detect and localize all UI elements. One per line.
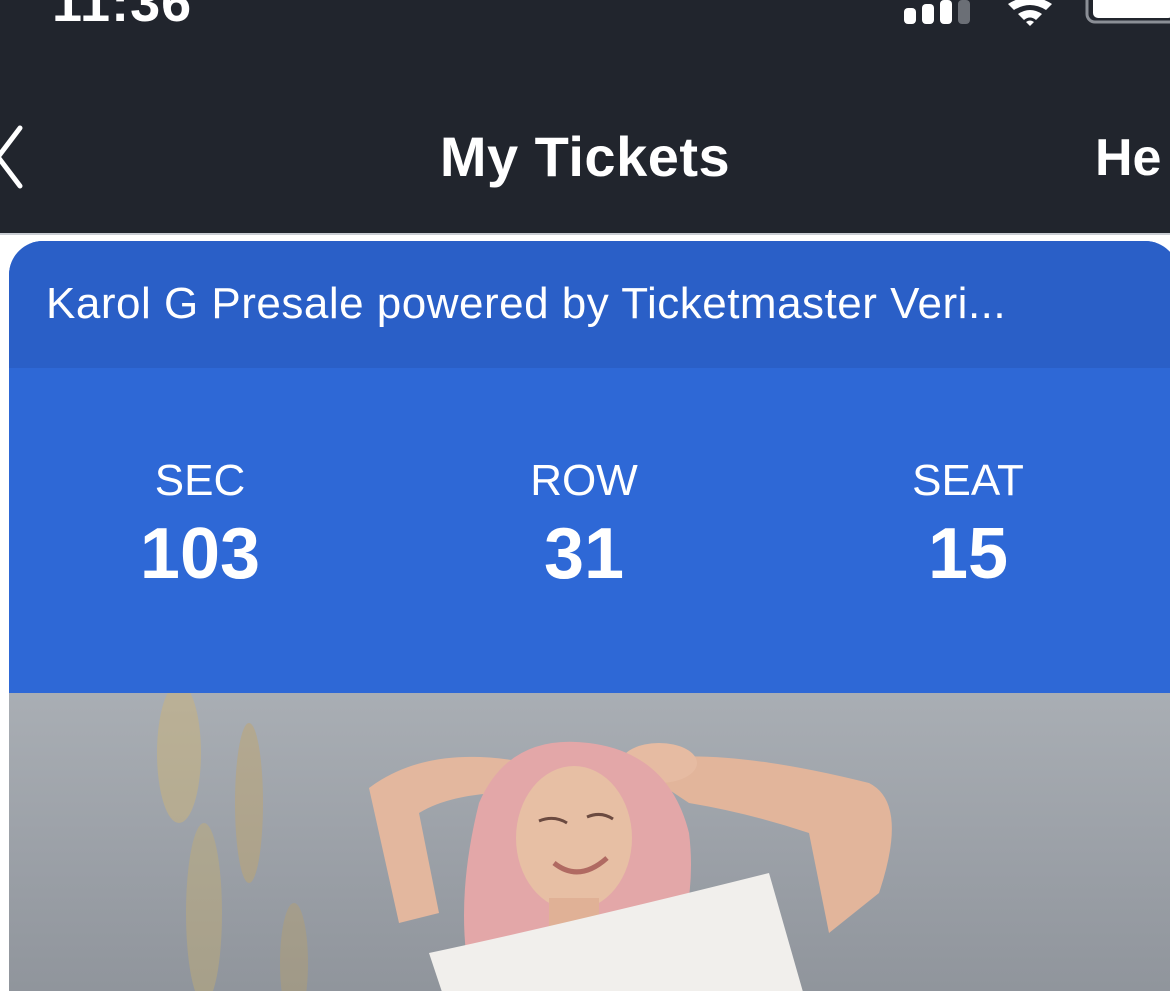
seat-info: SEC 103 ROW 31 SEAT 15 xyxy=(9,368,1170,693)
top-navigation-bar: 11:36 My Tickets He xyxy=(0,0,1170,233)
section-info: SEC 103 xyxy=(70,456,330,596)
ticket-card[interactable]: Karol G Presale powered by Ticketmaster … xyxy=(9,241,1170,991)
tickets-screen: 11:36 My Tickets He Karol G Presale powe… xyxy=(0,0,1170,991)
seat-number-info: SEAT 15 xyxy=(838,456,1098,596)
row-info: ROW 31 xyxy=(454,456,714,596)
wifi-icon xyxy=(1008,0,1052,26)
artist-photo xyxy=(9,693,1170,991)
row-label: ROW xyxy=(530,456,638,505)
ticket-header: Karol G Presale powered by Ticketmaster … xyxy=(9,241,1170,368)
divider xyxy=(0,233,1170,235)
seat-label: SEAT xyxy=(912,456,1024,505)
status-time: 11:36 xyxy=(52,0,193,33)
section-value: 103 xyxy=(139,514,261,594)
signal-bars-icon xyxy=(904,0,970,24)
seat-value: 15 xyxy=(927,514,1009,594)
page-title: My Tickets xyxy=(439,125,731,188)
artist-illustration xyxy=(157,693,892,991)
battery-icon xyxy=(1085,0,1170,24)
event-name: Karol G Presale powered by Ticketmaster … xyxy=(46,279,1007,328)
section-label: SEC xyxy=(154,456,246,505)
help-button[interactable]: He xyxy=(1095,128,1161,188)
row-value: 31 xyxy=(543,514,625,594)
